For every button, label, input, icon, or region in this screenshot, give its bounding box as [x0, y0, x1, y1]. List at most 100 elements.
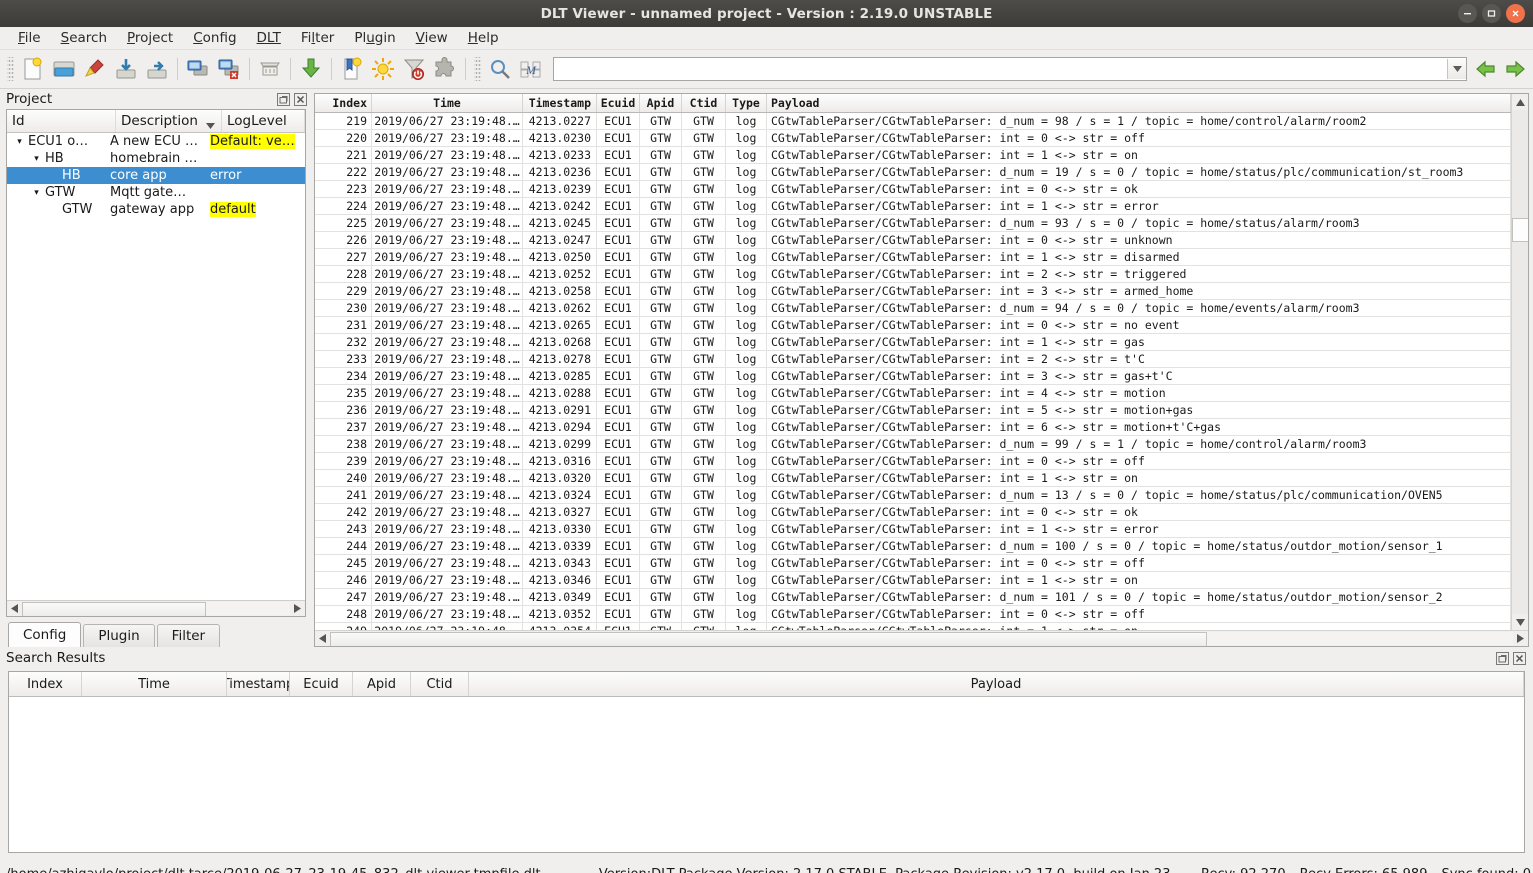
- log-table-row[interactable]: 243 2019/06/27 23:19:48.… 4213.0330 ECU1 GTW…: [315, 521, 1511, 538]
- project-column-id[interactable]: Id: [7, 110, 116, 132]
- import-dlt-icon[interactable]: [111, 54, 141, 84]
- log-column-payload[interactable]: Payload: [767, 94, 1511, 112]
- menu-help[interactable]: Help: [458, 28, 509, 48]
- log-hscroll-track[interactable]: [330, 632, 1513, 646]
- project-tree-body[interactable]: ▾ ECU1 o… A new ECU … Default: ve… ▾ HB homebr…: [7, 133, 305, 600]
- sr-column-ecuid[interactable]: Ecuid: [290, 672, 353, 696]
- menu-search[interactable]: Search: [51, 28, 117, 48]
- hscroll-track[interactable]: [22, 602, 290, 616]
- log-table-row[interactable]: 229 2019/06/27 23:19:48.… 4213.0258 ECU1 GTW…: [315, 283, 1511, 300]
- tree-expander-icon[interactable]: ▾: [13, 137, 26, 147]
- log-table-row[interactable]: 233 2019/06/27 23:19:48.… 4213.0278 ECU1 GTW…: [315, 351, 1511, 368]
- search-regex-icon[interactable]: M: [516, 54, 546, 84]
- log-column-ctid[interactable]: Ctid: [682, 94, 726, 112]
- log-column-timestamp[interactable]: Timestamp: [523, 94, 597, 112]
- log-table-row[interactable]: 246 2019/06/27 23:19:48.… 4213.0346 ECU1 GTW…: [315, 572, 1511, 589]
- log-table-row[interactable]: 234 2019/06/27 23:19:48.… 4213.0285 ECU1 GTW…: [315, 368, 1511, 385]
- sr-column-timestamp[interactable]: Timestamp: [227, 672, 290, 696]
- export-dlt-icon[interactable]: [142, 54, 172, 84]
- minimize-button[interactable]: [1458, 4, 1477, 23]
- search-results-table[interactable]: Index Time Timestamp Ecuid Apid Ctid Pay…: [8, 671, 1525, 853]
- sr-column-payload[interactable]: Payload: [469, 672, 1524, 696]
- scroll-left-icon[interactable]: [7, 602, 22, 615]
- maximize-button[interactable]: [1482, 4, 1501, 23]
- log-table-row[interactable]: 2492019/06/27 23:19:48.…4213.0354ECU1GTW…: [315, 623, 1511, 630]
- menu-project[interactable]: Project: [117, 28, 183, 48]
- scroll-up-icon[interactable]: [1512, 94, 1528, 110]
- project-tree[interactable]: Id Description LogLevel ▾ ECU1 o… A new EC…: [6, 109, 306, 617]
- toolbar-grip[interactable]: [7, 57, 14, 81]
- menu-view[interactable]: View: [406, 28, 458, 48]
- mark-icon[interactable]: [337, 54, 367, 84]
- float-icon[interactable]: [276, 92, 291, 107]
- log-table-row[interactable]: 239 2019/06/27 23:19:48.… 4213.0316 ECU1 GTW…: [315, 453, 1511, 470]
- log-table-row[interactable]: 240 2019/06/27 23:19:48.… 4213.0320 ECU1 GTW…: [315, 470, 1511, 487]
- search-results-float-icon[interactable]: [1495, 651, 1510, 666]
- scroll-down-icon[interactable]: [1512, 614, 1528, 630]
- log-column-type[interactable]: Type: [726, 94, 767, 112]
- log-table-row[interactable]: 223 2019/06/27 23:19:48.… 4213.0239 ECU1 GTW…: [315, 181, 1511, 198]
- log-table-row[interactable]: 224 2019/06/27 23:19:48.… 4213.0242 ECU1 GTW…: [315, 198, 1511, 215]
- sr-column-apid[interactable]: Apid: [353, 672, 411, 696]
- project-tree-row[interactable]: ▾ GTW Mqtt gate…: [7, 184, 305, 201]
- disconnect-ecu-icon[interactable]: [214, 54, 244, 84]
- settings-sun-icon[interactable]: [368, 54, 398, 84]
- connect-ecu-icon[interactable]: [183, 54, 213, 84]
- log-column-ecuid[interactable]: Ecuid: [597, 94, 640, 112]
- close-button[interactable]: [1506, 4, 1525, 23]
- project-tree-hscrollbar[interactable]: [7, 600, 305, 616]
- search-icon[interactable]: [485, 54, 515, 84]
- log-table-row[interactable]: 230 2019/06/27 23:19:48.… 4213.0262 ECU1 GTW…: [315, 300, 1511, 317]
- log-table-row[interactable]: 219 2019/06/27 23:19:48.… 4213.0227 ECU1 GTW…: [315, 113, 1511, 130]
- open-project-icon[interactable]: [49, 54, 79, 84]
- search-combo[interactable]: [553, 57, 1467, 81]
- menu-dlt[interactable]: DLT: [247, 28, 291, 48]
- log-table-hscrollbar[interactable]: [315, 630, 1528, 646]
- log-column-index[interactable]: Index: [315, 94, 372, 112]
- menu-file[interactable]: File: [8, 28, 51, 48]
- log-scroll-left-icon[interactable]: [315, 632, 330, 645]
- save-log-icon[interactable]: [296, 54, 326, 84]
- log-table-row[interactable]: 235 2019/06/27 23:19:48.… 4213.0288 ECU1 GTW…: [315, 385, 1511, 402]
- project-column-description[interactable]: Description: [116, 110, 222, 132]
- project-tree-row[interactable]: GTW gateway app default: [7, 201, 305, 218]
- log-table-row[interactable]: 222 2019/06/27 23:19:48.… 4213.0236 ECU1 GTW…: [315, 164, 1511, 181]
- search-next-icon[interactable]: [1501, 54, 1529, 84]
- filter-off-icon[interactable]: [399, 54, 429, 84]
- menu-config[interactable]: Config: [183, 28, 246, 48]
- search-toolbar-grip[interactable]: [474, 57, 481, 81]
- log-table-row[interactable]: 247 2019/06/27 23:19:48.… 4213.0349 ECU1 GTW…: [315, 589, 1511, 606]
- vscroll-thumb[interactable]: [1512, 218, 1528, 242]
- project-tab-config[interactable]: Config: [8, 622, 82, 647]
- log-table-row[interactable]: 236 2019/06/27 23:19:48.… 4213.0291 ECU1 GTW…: [315, 402, 1511, 419]
- project-tab-filter[interactable]: Filter: [156, 624, 221, 647]
- search-previous-icon[interactable]: [1472, 54, 1500, 84]
- log-table-row[interactable]: 226 2019/06/27 23:19:48.… 4213.0247 ECU1 GTW…: [315, 232, 1511, 249]
- log-table-vscrollbar[interactable]: [1511, 94, 1528, 630]
- project-tree-row[interactable]: ▾ ECU1 o… A new ECU … Default: ve…: [7, 133, 305, 150]
- project-tree-row[interactable]: ▾ HB homebrain …: [7, 150, 305, 167]
- log-table-row[interactable]: 220 2019/06/27 23:19:48.… 4213.0230 ECU1 GTW…: [315, 130, 1511, 147]
- project-tab-plugin[interactable]: Plugin: [83, 624, 155, 647]
- clear-table-icon[interactable]: [255, 54, 285, 84]
- log-table-row[interactable]: 237 2019/06/27 23:19:48.… 4213.0294 ECU1 GTW…: [315, 419, 1511, 436]
- log-table-body[interactable]: 219 2019/06/27 23:19:48.… 4213.0227 ECU1 GTW…: [315, 113, 1511, 630]
- sr-column-time[interactable]: Time: [82, 672, 227, 696]
- sr-column-index[interactable]: Index: [9, 672, 82, 696]
- menu-filter[interactable]: Filter: [291, 28, 344, 48]
- vscroll-track[interactable]: [1512, 110, 1528, 614]
- log-table-row[interactable]: 242 2019/06/27 23:19:48.… 4213.0327 ECU1 GTW…: [315, 504, 1511, 521]
- tree-expander-icon[interactable]: ▾: [30, 188, 43, 198]
- search-results-close-icon[interactable]: [1512, 651, 1527, 666]
- log-table-row[interactable]: 245 2019/06/27 23:19:48.… 4213.0343 ECU1 GTW…: [315, 555, 1511, 572]
- log-table-row[interactable]: 221 2019/06/27 23:19:48.… 4213.0233 ECU1 GTW…: [315, 147, 1511, 164]
- search-results-body[interactable]: [9, 697, 1524, 852]
- hscroll-thumb[interactable]: [22, 602, 207, 616]
- log-column-time[interactable]: Time: [372, 94, 523, 112]
- new-project-icon[interactable]: [18, 54, 48, 84]
- clear-icon[interactable]: [80, 54, 110, 84]
- log-table-row[interactable]: 231 2019/06/27 23:19:48.… 4213.0265 ECU1 GTW…: [315, 317, 1511, 334]
- plugin-icon[interactable]: [430, 54, 460, 84]
- sr-column-ctid[interactable]: Ctid: [411, 672, 469, 696]
- close-icon[interactable]: [293, 92, 308, 107]
